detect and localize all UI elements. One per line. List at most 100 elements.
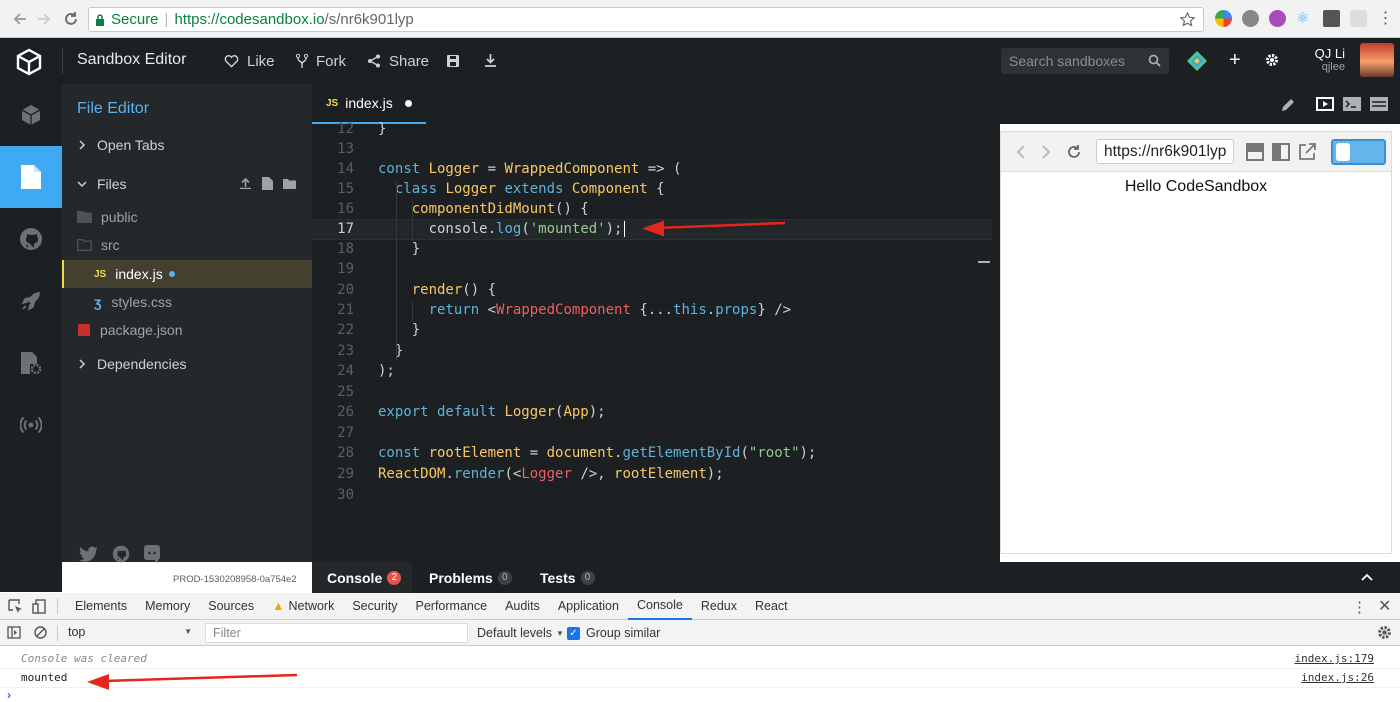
files-label: Files — [97, 176, 127, 192]
new-sandbox-icon[interactable]: + — [1229, 50, 1241, 70]
console-settings-icon[interactable] — [1377, 625, 1392, 640]
log-levels-select[interactable]: Default levels ▼ — [477, 623, 564, 643]
inspect-element-icon[interactable] — [8, 598, 23, 614]
devtools-tab-react[interactable]: React — [746, 593, 797, 620]
tab-index-js[interactable]: JS index.js — [312, 84, 426, 124]
download-icon[interactable] — [485, 54, 496, 67]
user-name: QJ Li — [1314, 46, 1345, 61]
open-tabs-toggle[interactable]: Open Tabs — [62, 131, 312, 159]
code-line: class Logger extends Component { — [394, 181, 665, 197]
like-button[interactable]: Like — [224, 38, 275, 84]
file-tree-item[interactable]: public — [62, 203, 312, 231]
group-similar-checkbox[interactable]: ✓ Group similar — [567, 623, 660, 643]
devtools-tab-console[interactable]: Console — [627, 593, 692, 620]
file-name: styles.css — [111, 294, 173, 310]
file-tree-item[interactable]: src — [62, 231, 312, 259]
clear-console-icon[interactable] — [34, 626, 47, 639]
menu-dots-icon[interactable]: ⋮ — [1377, 10, 1394, 27]
files-toggle[interactable]: Files — [62, 170, 312, 198]
split-view-icon[interactable] — [1370, 97, 1388, 111]
forward-icon[interactable] — [36, 11, 52, 27]
fork-button[interactable]: Fork — [296, 38, 346, 84]
terminal-icon[interactable] — [1343, 97, 1361, 111]
sidebar-toggle-icon[interactable] — [7, 626, 21, 639]
dependencies-toggle[interactable]: Dependencies — [62, 350, 312, 378]
code-editor[interactable]: 12 } 13 14 const Logger = WrappedCompone… — [312, 121, 992, 562]
preview-forward-icon[interactable] — [1041, 144, 1051, 160]
devtools-menu-icon[interactable]: ⋮ — [1352, 598, 1367, 616]
tab-console[interactable]: Console 2 — [312, 562, 412, 593]
devtools-tab-network[interactable]: ▲ Network — [263, 593, 343, 620]
search-icon[interactable] — [1148, 54, 1161, 67]
activity-deployment[interactable] — [0, 270, 62, 332]
search-placeholder: Search sandboxes — [1009, 53, 1125, 69]
devtools-tab-application[interactable]: Application — [549, 593, 628, 620]
layout-vertical-icon[interactable] — [1272, 143, 1290, 161]
github-icon[interactable] — [112, 545, 130, 563]
activity-live[interactable] — [0, 394, 62, 456]
reload-icon[interactable] — [62, 10, 80, 28]
search-input[interactable]: Search sandboxes — [1001, 48, 1169, 74]
line-number: 27 — [337, 425, 354, 441]
extension-icon[interactable] — [1215, 10, 1232, 27]
preview-reload-icon[interactable] — [1065, 143, 1083, 161]
extension-icon[interactable] — [1323, 10, 1340, 27]
preview-toggle[interactable] — [1331, 139, 1386, 165]
devtools-tab-audits[interactable]: Audits — [496, 593, 549, 620]
devtools-close-icon[interactable]: ✕ — [1378, 596, 1391, 616]
react-devtools-icon[interactable]: ⚛ — [1296, 10, 1313, 27]
settings-gear-icon[interactable] — [1265, 53, 1279, 67]
devtools-tab-performance[interactable]: Performance — [407, 593, 497, 620]
user-info[interactable]: QJ Li qjlee — [1296, 46, 1345, 73]
annotation-arrow — [642, 220, 786, 237]
console-filter-input[interactable]: Filter — [205, 623, 468, 643]
new-file-icon[interactable] — [262, 177, 273, 190]
line-number: 17 — [337, 221, 354, 237]
avatar[interactable] — [1360, 43, 1394, 77]
save-icon[interactable] — [447, 55, 459, 67]
bookmark-star-icon[interactable] — [1180, 12, 1195, 27]
tab-tests[interactable]: Tests 0 — [540, 562, 595, 593]
share-button[interactable]: Share — [367, 38, 429, 84]
message-source-link[interactable]: index.js:179 — [1295, 652, 1374, 665]
open-external-icon[interactable] — [1298, 143, 1316, 161]
context-select[interactable]: top ▼ — [61, 623, 198, 643]
preview-back-icon[interactable] — [1016, 144, 1026, 160]
devtools-tab-security[interactable]: Security — [343, 593, 406, 620]
activity-github[interactable] — [0, 208, 62, 270]
back-icon[interactable] — [12, 11, 28, 27]
console-prompt-icon[interactable]: › — [7, 688, 11, 702]
devtools-tab-elements[interactable]: Elements — [66, 593, 136, 620]
new-folder-icon[interactable] — [283, 178, 296, 189]
editor-preview-divider[interactable] — [992, 124, 1000, 562]
file-tree-item[interactable]: ʒ styles.css — [62, 288, 312, 316]
tab-problems[interactable]: Problems 0 — [429, 562, 512, 593]
pencil-icon[interactable] — [1281, 97, 1296, 112]
file-tree-item[interactable]: package.json — [62, 316, 312, 344]
address-bar[interactable]: Secure | https://codesandbox.io/s/nr6k90… — [88, 7, 1204, 32]
extension-icon[interactable] — [1242, 10, 1259, 27]
layout-horizontal-icon[interactable] — [1246, 143, 1264, 161]
browser-view-icon[interactable] — [1316, 97, 1334, 111]
devtools-tab-redux[interactable]: Redux — [692, 593, 746, 620]
activity-project-info[interactable] — [0, 84, 62, 146]
user-handle: qjlee — [1321, 61, 1345, 73]
devtools-tab-memory[interactable]: Memory — [136, 593, 199, 620]
extension-icon[interactable] — [1350, 10, 1367, 27]
file-tree-item-active[interactable]: JS index.js — [62, 260, 312, 288]
twitter-icon[interactable] — [79, 546, 98, 562]
activity-file-editor[interactable] — [0, 146, 62, 208]
discord-icon[interactable] — [144, 545, 160, 563]
codesandbox-logo-icon[interactable] — [15, 48, 43, 76]
devtools-tab-sources[interactable]: Sources — [199, 593, 263, 620]
activity-config[interactable] — [0, 332, 62, 394]
device-toolbar-icon[interactable] — [32, 598, 47, 614]
file-name: index.js — [115, 266, 163, 282]
message-source-link[interactable]: index.js:26 — [1301, 671, 1374, 684]
tab-label: index.js — [345, 95, 393, 111]
preview-url-input[interactable]: https://nr6k901lyp — [1096, 139, 1234, 164]
chevron-up-icon[interactable] — [1361, 573, 1373, 581]
extension-icon[interactable] — [1269, 10, 1286, 27]
patron-icon[interactable] — [1186, 50, 1208, 72]
upload-icon[interactable] — [240, 178, 251, 189]
